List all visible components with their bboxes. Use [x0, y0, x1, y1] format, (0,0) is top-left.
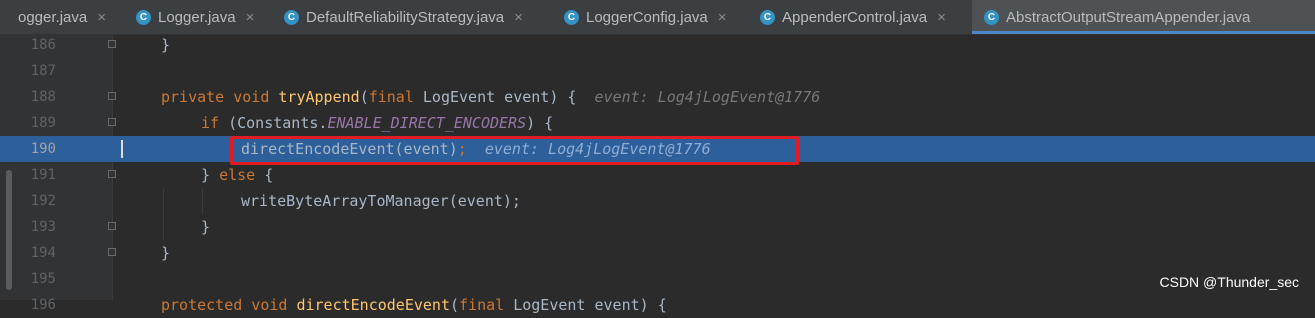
code-text: private void tryAppend(final LogEvent ev… [161, 84, 820, 110]
close-icon[interactable]: × [937, 9, 946, 26]
tab-default-reliability-strategy[interactable]: C DefaultReliabilityStrategy.java × [276, 0, 556, 34]
gutter-cell: 186 [0, 32, 116, 58]
line-number: 191 [30, 167, 56, 183]
close-icon[interactable]: × [97, 9, 106, 26]
line-number: 186 [30, 37, 56, 53]
tab-logger-java[interactable]: C Logger.java × [128, 0, 276, 34]
gutter-cell: 191 [0, 162, 116, 188]
line-number: 195 [30, 271, 56, 287]
code-text: } [201, 214, 210, 240]
editor-tab-bar: ogger.java × C Logger.java × C DefaultRe… [0, 0, 1315, 35]
text-caret [121, 140, 123, 158]
code-token: (Constants. [228, 114, 328, 132]
code-line[interactable]: 189 if (Constants.ENABLE_DIRECT_ENCODERS… [0, 110, 1315, 136]
watermark: CSDN @Thunder_sec [1159, 274, 1300, 290]
tab-logger-truncated[interactable]: ogger.java × [0, 0, 138, 34]
line-number: 192 [30, 193, 56, 209]
tab-label: DefaultReliabilityStrategy.java [306, 8, 505, 26]
tab-label: AppenderControl.java [782, 8, 928, 26]
line-number: 193 [30, 219, 56, 235]
fold-start-icon[interactable] [108, 92, 116, 100]
constant: ENABLE_DIRECT_ENCODERS [327, 114, 527, 132]
code-text: if (Constants.ENABLE_DIRECT_ENCODERS) { [201, 110, 553, 136]
code-token: ) { [526, 114, 554, 132]
code-text: } [161, 240, 170, 266]
fold-start-icon[interactable] [108, 118, 116, 126]
java-class-icon: C [760, 9, 775, 25]
gutter-cell: 196 [0, 292, 112, 318]
code-line[interactable]: 194 } [0, 240, 1315, 266]
code-line[interactable]: 193 } [0, 214, 1315, 240]
gutter-cell: 194 [0, 240, 116, 266]
gutter-cell: 189 [0, 110, 116, 136]
gutter-cell: 195 [0, 266, 112, 292]
gutter-cell: 192 [0, 188, 112, 214]
line-number: 189 [30, 115, 56, 131]
java-class-icon: C [284, 9, 299, 25]
code-text: } [161, 32, 170, 58]
tab-label: ogger.java [18, 8, 88, 26]
code-line[interactable]: 186 } [0, 32, 1315, 58]
code-token: LogEvent event) { [513, 296, 667, 314]
tab-abstract-output-stream-appender[interactable]: C AbstractOutputStreamAppender.java [972, 0, 1315, 34]
java-class-icon: C [136, 9, 151, 25]
line-number: 188 [30, 89, 56, 105]
method-name: directEncodeEvent [296, 296, 450, 314]
method-name: tryAppend [278, 88, 360, 106]
close-icon[interactable]: × [718, 9, 727, 26]
code-line[interactable]: 191 } else { [0, 162, 1315, 188]
keyword: final [368, 88, 423, 106]
code-token: { [255, 166, 274, 184]
gutter-cell: 193 [0, 214, 116, 240]
tab-label: Logger.java [158, 8, 236, 26]
code-token: writeByteArrayToManager(event); [241, 192, 521, 210]
code-text: writeByteArrayToManager(event); [241, 188, 521, 214]
line-number: 187 [30, 63, 56, 79]
fold-end-icon[interactable] [108, 248, 116, 256]
keyword: final [459, 296, 514, 314]
close-icon[interactable]: × [514, 9, 523, 26]
line-number: 190 [30, 141, 56, 157]
code-text: protected void directEncodeEvent(final L… [161, 292, 667, 318]
fold-end-icon[interactable] [108, 40, 116, 48]
code-line[interactable]: 192 writeByteArrayToManager(event); [0, 188, 1315, 214]
line-number: 194 [30, 245, 56, 261]
code-text: } else { [201, 162, 273, 188]
code-token: } [201, 166, 220, 184]
code-token: } [161, 244, 171, 262]
gutter-cell: 187 [0, 58, 112, 84]
tab-label: LoggerConfig.java [586, 8, 708, 26]
tab-logger-config[interactable]: C LoggerConfig.java × [556, 0, 754, 34]
code-line[interactable]: 188 private void tryAppend(final LogEven… [0, 84, 1315, 110]
fold-icon[interactable] [108, 170, 116, 178]
fold-end-icon[interactable] [108, 222, 116, 230]
java-class-icon: C [564, 9, 579, 25]
keyword: else [219, 166, 256, 184]
debug-inline-value: event: Log4jLogEvent@1776 [594, 88, 821, 106]
keyword: private void [161, 88, 279, 106]
gutter-cell: 190 [0, 136, 112, 162]
tab-label: AbstractOutputStreamAppender.java [1006, 8, 1251, 26]
code-line[interactable]: 187 [0, 58, 1315, 84]
code-token: LogEvent event) { [422, 88, 577, 106]
code-token: ( [359, 88, 369, 106]
code-token: ( [450, 296, 460, 314]
gutter-cell: 188 [0, 84, 116, 110]
code-line[interactable]: 195 [0, 266, 1315, 292]
tab-appender-control[interactable]: C AppenderControl.java × [752, 0, 972, 34]
keyword: protected void [161, 296, 297, 314]
code-token: } [201, 218, 211, 236]
annotation-highlight-box [230, 136, 799, 165]
line-number: 196 [30, 297, 56, 313]
java-class-icon: C [984, 9, 999, 25]
code-token: } [161, 36, 171, 54]
keyword: if [201, 114, 229, 132]
code-line[interactable]: 196 protected void directEncodeEvent(fin… [0, 292, 1315, 318]
close-icon[interactable]: × [246, 9, 255, 26]
